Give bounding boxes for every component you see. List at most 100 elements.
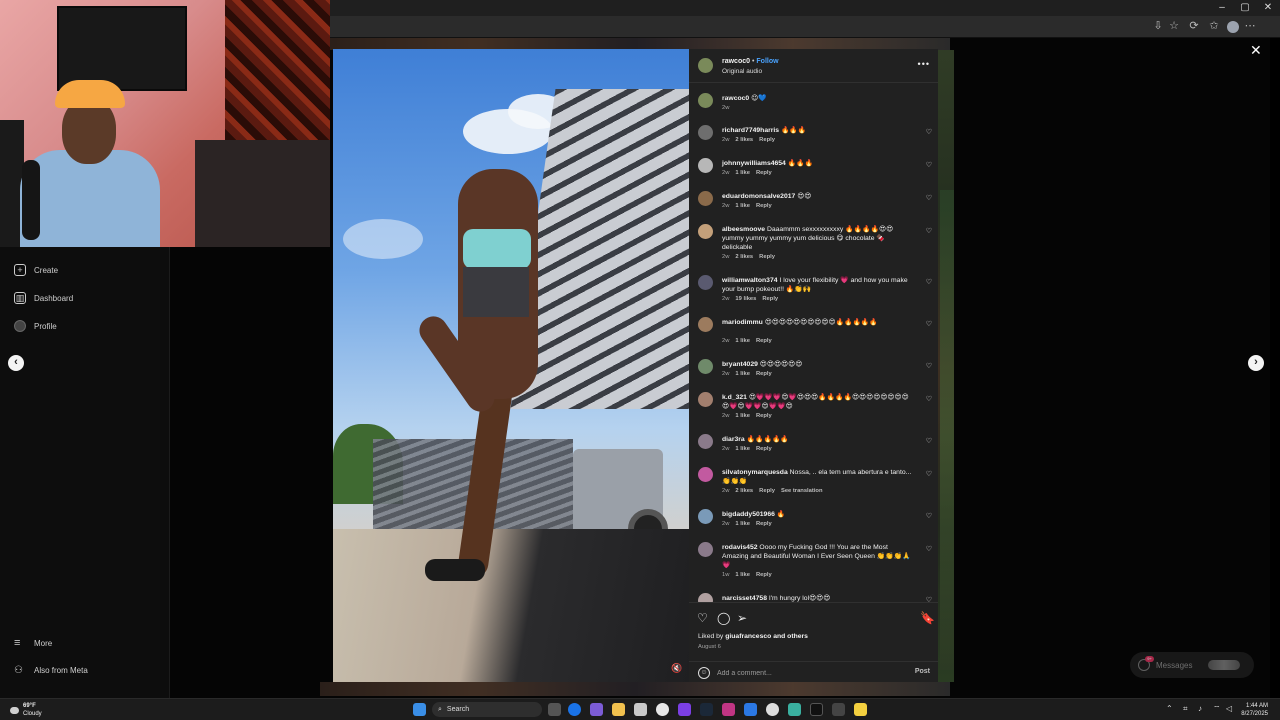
sticky-notes-icon[interactable] [854, 703, 867, 716]
store-icon[interactable] [634, 703, 647, 716]
like-comment-heart-icon[interactable]: ♡ [926, 512, 932, 520]
tiktok-icon[interactable] [810, 703, 823, 716]
like-comment-heart-icon[interactable]: ♡ [926, 470, 932, 478]
see-translation-button[interactable]: See translation [781, 488, 823, 494]
edge-browser-icon[interactable] [568, 703, 581, 716]
liked-by: Liked by giuafrancesco and others [698, 633, 808, 640]
start-windows-icon[interactable] [413, 703, 426, 716]
commenter-avatar[interactable] [698, 359, 713, 374]
commenter-avatar[interactable] [698, 275, 713, 290]
volume-icon[interactable]: ◁ [1226, 704, 1232, 713]
steam-icon[interactable] [700, 703, 713, 716]
mic-icon[interactable]: ♪ [1198, 704, 1202, 713]
audio-link[interactable]: Original audio [722, 68, 762, 75]
reply-button[interactable]: Reply [762, 296, 778, 302]
save-bookmark-icon[interactable]: 🔖 [920, 611, 935, 625]
reply-button[interactable]: Reply [759, 254, 775, 260]
emoji-icon[interactable]: ☺ [698, 667, 710, 679]
bookmark-star-icon[interactable]: ☆ [1166, 19, 1182, 32]
more-options-icon[interactable]: ••• [918, 59, 930, 69]
app-icon[interactable] [744, 703, 757, 716]
extensions-icon[interactable]: ⟳ [1186, 19, 1202, 32]
wifi-icon[interactable]: ⌔ [1213, 704, 1221, 714]
openai-icon[interactable] [766, 703, 779, 716]
tray-chevron-icon[interactable]: ⌃ [1166, 704, 1173, 713]
author-avatar[interactable] [698, 93, 713, 108]
reply-button[interactable]: Reply [756, 371, 772, 377]
reply-button[interactable]: Reply [756, 338, 772, 344]
instagram-icon[interactable] [722, 703, 735, 716]
commenter-avatar[interactable] [698, 224, 713, 239]
streamer-body [20, 150, 160, 247]
sidebar-item-more[interactable]: ≡ More [14, 637, 52, 649]
sidebar-item-dashboard[interactable]: ▥ Dashboard [14, 292, 73, 304]
like-comment-heart-icon[interactable]: ♡ [926, 395, 932, 403]
messages-button[interactable]: 9+ Messages [1130, 652, 1254, 678]
follow-button[interactable]: Follow [756, 58, 778, 65]
comment-text: 😍💗💗💗😍💗😍😍😍🔥🔥🔥🔥😍😍😍😍😍😍😍😍😍💗😍💗💗😍💗💗😍 [722, 394, 909, 410]
reply-button[interactable]: Reply [756, 203, 772, 209]
clock[interactable]: 1:44 AM 8/27/2025 [1241, 702, 1268, 718]
like-comment-heart-icon[interactable]: ♡ [926, 161, 932, 169]
sidebar-item-create[interactable]: + Create [14, 264, 58, 276]
reply-button[interactable]: Reply [756, 572, 772, 578]
network-icon[interactable]: ⌗ [1183, 704, 1188, 714]
commenter-avatar[interactable] [698, 542, 713, 557]
address-bar[interactable] [330, 16, 1280, 38]
previous-post-arrow-icon[interactable]: ‹ [8, 355, 24, 371]
profile-avatar-icon[interactable] [1227, 21, 1239, 33]
post-media[interactable]: 🔇 [333, 49, 689, 682]
commenter-avatar[interactable] [698, 509, 713, 524]
copilot-icon[interactable] [590, 703, 603, 716]
post-comment-button[interactable]: Post [915, 668, 930, 675]
commenter-avatar[interactable] [698, 191, 713, 206]
sidebar-item-profile[interactable]: Profile [14, 320, 57, 332]
like-comment-heart-icon[interactable]: ♡ [926, 545, 932, 553]
app-icon[interactable] [678, 703, 691, 716]
favorites-icon[interactable]: ✩ [1206, 19, 1222, 32]
like-comment-heart-icon[interactable]: ♡ [926, 320, 932, 328]
reply-button[interactable]: Reply [759, 488, 775, 494]
comment-input[interactable] [717, 666, 887, 680]
reply-button[interactable]: Reply [759, 137, 775, 143]
close-modal-icon[interactable]: ✕ [1250, 42, 1262, 59]
close-window-button[interactable]: ✕ [1258, 2, 1278, 13]
like-comment-heart-icon[interactable]: ♡ [926, 437, 932, 445]
weather-widget[interactable]: 69°F Cloudy [10, 702, 42, 718]
like-comment-heart-icon[interactable]: ♡ [926, 362, 932, 370]
like-heart-icon[interactable]: ♡ [697, 611, 708, 625]
commenter-avatar[interactable] [698, 317, 713, 332]
next-post-arrow-icon[interactable]: › [1248, 355, 1264, 371]
commenter-avatar[interactable] [698, 434, 713, 449]
task-view-icon[interactable] [548, 703, 561, 716]
author-avatar[interactable] [698, 58, 713, 73]
taskbar-search[interactable]: ⌕ Search [432, 702, 542, 717]
liked-by-user[interactable]: giuafrancesco [725, 633, 771, 640]
commenter-avatar[interactable] [698, 125, 713, 140]
minimize-button[interactable]: – [1212, 2, 1232, 13]
like-comment-heart-icon[interactable]: ♡ [926, 278, 932, 286]
reply-button[interactable]: Reply [756, 446, 772, 452]
maximize-button[interactable]: ▢ [1235, 2, 1255, 13]
commenter-avatar[interactable] [698, 158, 713, 173]
commenter-avatar[interactable] [698, 392, 713, 407]
reply-button[interactable]: Reply [756, 413, 772, 419]
file-explorer-icon[interactable] [612, 703, 625, 716]
app-icon[interactable] [832, 703, 845, 716]
like-comment-heart-icon[interactable]: ♡ [926, 194, 932, 202]
like-comment-heart-icon[interactable]: ♡ [926, 227, 932, 235]
mute-icon[interactable]: 🔇 [671, 663, 682, 673]
comment-bubble-icon[interactable]: ◯ [717, 611, 730, 625]
download-icon[interactable]: ⇩ [1150, 19, 1166, 32]
app-icon[interactable] [788, 703, 801, 716]
browser-menu-icon[interactable]: ⋯ [1242, 19, 1258, 32]
like-comment-heart-icon[interactable]: ♡ [926, 128, 932, 136]
sidebar-item-also-from-meta[interactable]: ⚇ Also from Meta [14, 665, 88, 676]
author-username[interactable]: rawcoc0 [722, 58, 750, 65]
comment-text: 😍😍😍😍😍😍😍😍😍😍🔥🔥🔥🔥🔥 [764, 319, 878, 326]
chrome-icon[interactable] [656, 703, 669, 716]
reply-button[interactable]: Reply [756, 521, 772, 527]
commenter-avatar[interactable] [698, 467, 713, 482]
reply-button[interactable]: Reply [756, 170, 772, 176]
share-send-icon[interactable]: ➢ [737, 611, 747, 625]
